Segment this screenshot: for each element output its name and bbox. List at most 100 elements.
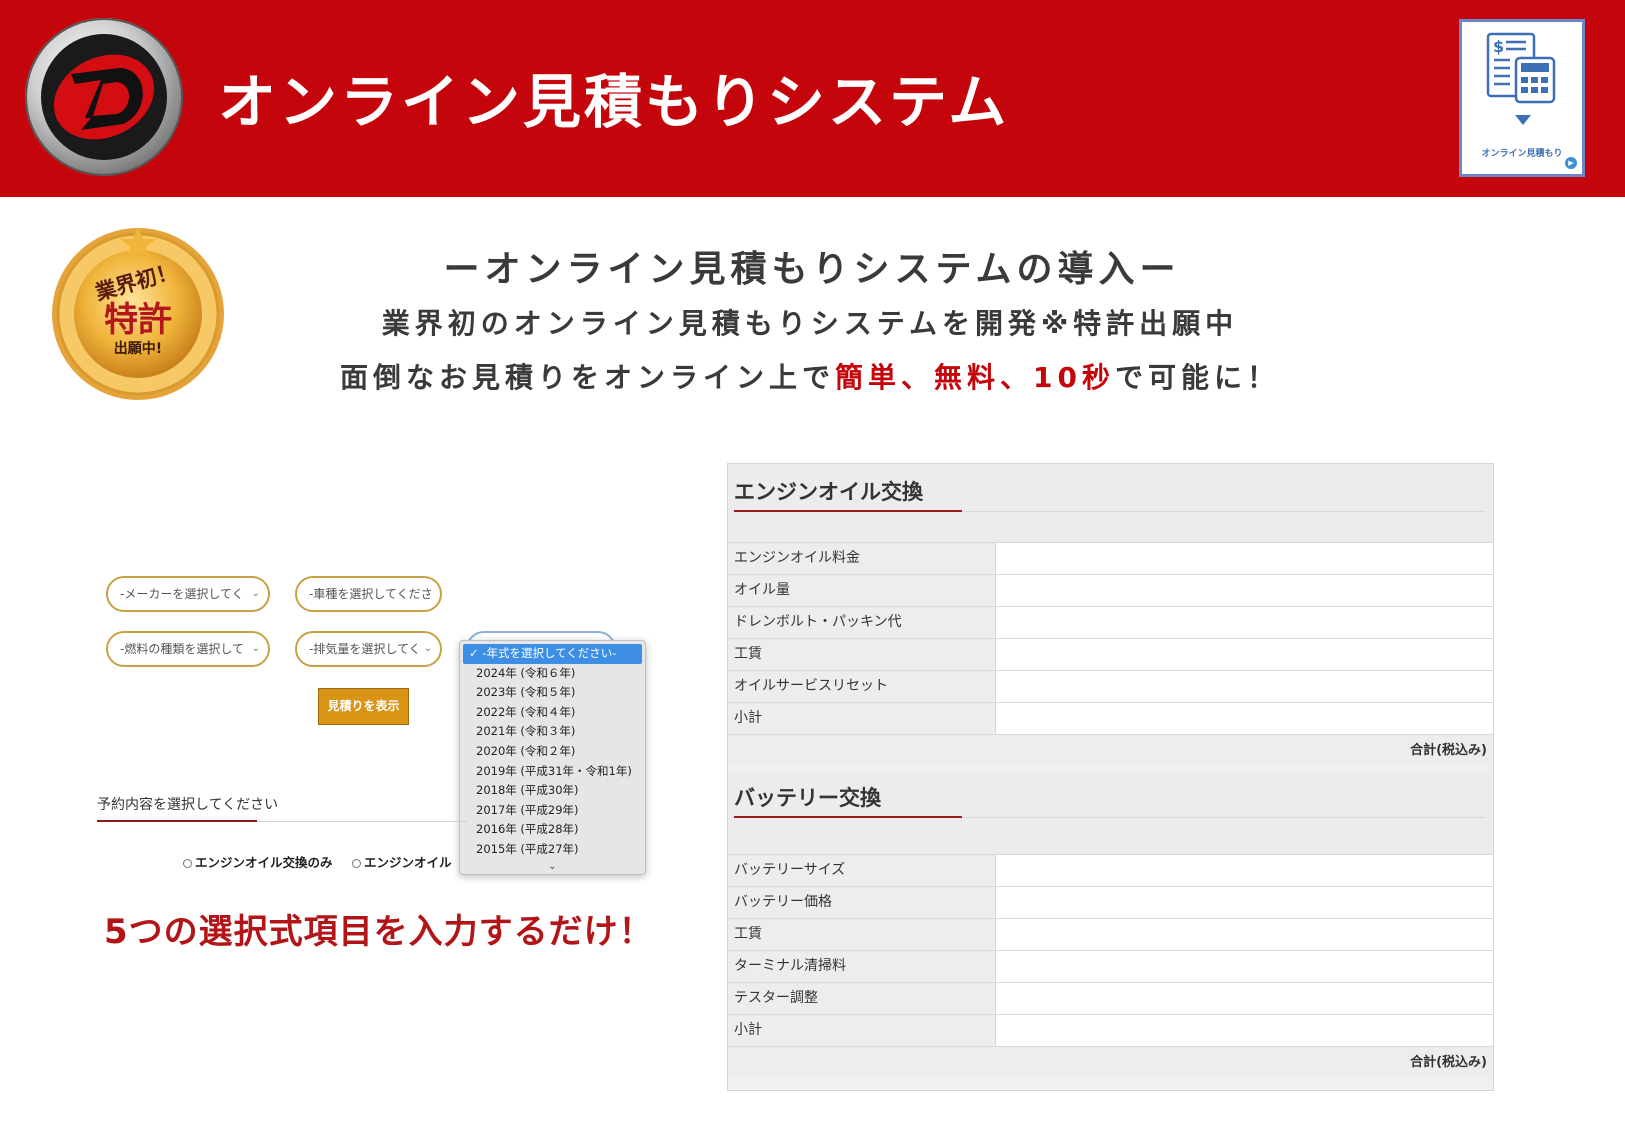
- table-row: 小計: [728, 1014, 1493, 1046]
- row-label: バッテリー価格: [728, 887, 995, 918]
- scroll-down-icon[interactable]: ⌄: [460, 860, 645, 874]
- row-label: 小計: [728, 1015, 995, 1046]
- oil-section-header: エンジンオイル交換: [728, 464, 1493, 521]
- five-items-note: 5つの選択式項目を入力するだけ！: [104, 912, 654, 952]
- online-estimate-widget[interactable]: $ オンライン見積もり ▶: [1459, 19, 1585, 177]
- table-row: 工賃: [728, 918, 1493, 950]
- row-value: [995, 703, 1493, 734]
- row-label: バッテリーサイズ: [728, 855, 995, 886]
- year-option[interactable]: 2017年 (平成29年): [460, 801, 645, 821]
- row-value: [995, 607, 1493, 638]
- row-label: 小計: [728, 703, 995, 734]
- fuel-select-value: -燃料の種類を選択して: [120, 642, 244, 656]
- row-label: ターミナル清掃料: [728, 951, 995, 982]
- oil-section-title: エンジンオイル交換: [734, 480, 923, 504]
- year-option[interactable]: 2020年 (令和２年): [460, 742, 645, 762]
- row-value: [995, 671, 1493, 702]
- model-select[interactable]: -車種を選択してくださ ⌄: [295, 576, 442, 612]
- radio-oil-only-label: エンジンオイル交換のみ: [195, 855, 333, 870]
- year-option[interactable]: ✓ -年式を選択してください-: [463, 644, 642, 664]
- table-row: オイル量: [728, 574, 1493, 606]
- row-value: [995, 1015, 1493, 1046]
- badge-text-patent: 特許: [104, 300, 172, 340]
- year-option[interactable]: 2022年 (令和４年): [460, 703, 645, 723]
- row-label: 工賃: [728, 639, 995, 670]
- chevron-down-icon: ⌄: [423, 643, 432, 654]
- reservation-label: 予約内容を選択してください: [97, 797, 279, 813]
- maker-select[interactable]: -メーカーを選択してく ⌄: [106, 576, 270, 612]
- row-label: オイル量: [728, 575, 995, 606]
- oil-total-row: 合計(税込み): [728, 734, 1493, 766]
- row-value: [995, 543, 1493, 574]
- intro-subtitle: 業界初のオンライン見積もりシステムを開発※特許出願中: [381, 307, 1239, 340]
- row-label: オイルサービスリセット: [728, 671, 995, 702]
- intro-tagline: 面倒なお見積りをオンライン上で簡単、無料、10秒で可能に！: [300, 356, 1320, 396]
- radio-oil-plus-label: エンジンオイル: [364, 855, 452, 870]
- widget-label: オンライン見積もり: [1481, 149, 1563, 159]
- year-option[interactable]: 2016年 (平成28年): [460, 820, 645, 840]
- tagline-highlight: 簡単、無料、10秒: [835, 361, 1115, 394]
- table-row: バッテリー価格: [728, 886, 1493, 918]
- tagline-prefix: 面倒なお見積りをオンライン上で: [340, 361, 836, 394]
- divider-accent: [97, 820, 257, 822]
- chevron-down-icon: ⌄: [251, 588, 260, 599]
- logo-d-icon: [53, 54, 155, 140]
- year-dropdown-list[interactable]: ✓ -年式を選択してください- 2024年 (令和６年) 2023年 (令和５年…: [459, 640, 646, 875]
- total-label: 合計(税込み): [1410, 743, 1487, 758]
- logo-emblem: [41, 34, 167, 160]
- battery-section-title: バッテリー交換: [734, 786, 881, 810]
- radio-oil-only[interactable]: エンジンオイル交換のみ: [183, 852, 333, 871]
- brand-logo[interactable]: [25, 18, 183, 176]
- header-bar: オンライン見積もりシステム $ オンライン見積もり ▶: [0, 0, 1625, 197]
- displacement-select-value: -排気量を選択してく: [309, 642, 421, 656]
- row-label: エンジンオイル料金: [728, 543, 995, 574]
- fuel-select[interactable]: -燃料の種類を選択して ⌄: [106, 631, 270, 667]
- model-select-value: -車種を選択してくださ: [309, 587, 433, 601]
- row-label: ドレンボルト・パッキン代: [728, 607, 995, 638]
- play-icon[interactable]: ▶: [1565, 157, 1577, 169]
- tagline-suffix: で可能に！: [1114, 361, 1280, 394]
- row-value: [995, 887, 1493, 918]
- row-value: [995, 951, 1493, 982]
- year-option[interactable]: 2019年 (平成31年・令和1年): [460, 762, 645, 782]
- table-row: ドレンボルト・パッキン代: [728, 606, 1493, 638]
- chevron-down-icon: ⌄: [423, 588, 432, 599]
- row-value: [995, 639, 1493, 670]
- intro-title: ーオンライン見積もりシステムの導入ー: [443, 249, 1181, 290]
- spacer-row: [728, 827, 1493, 855]
- row-value: [995, 575, 1493, 606]
- table-row: 工賃: [728, 638, 1493, 670]
- arrow-down-icon: [1515, 115, 1531, 125]
- year-option[interactable]: 2021年 (令和３年): [460, 722, 645, 742]
- year-option[interactable]: 2023年 (令和５年): [460, 683, 645, 703]
- radio-button-icon[interactable]: [183, 859, 192, 868]
- table-row: 小計: [728, 702, 1493, 734]
- year-option[interactable]: 2015年 (平成27年): [460, 840, 645, 860]
- table-row: ターミナル清掃料: [728, 950, 1493, 982]
- divider-accent: [734, 510, 962, 512]
- svg-text:$: $: [1493, 37, 1504, 56]
- show-estimate-button[interactable]: 見積りを表示: [318, 688, 409, 725]
- chevron-down-icon: ⌄: [251, 643, 260, 654]
- table-row: バッテリーサイズ: [728, 854, 1493, 886]
- total-label: 合計(税込み): [1410, 1055, 1487, 1070]
- table-row: テスター調整: [728, 982, 1493, 1014]
- row-value: [995, 855, 1493, 886]
- maker-select-value: -メーカーを選択してく: [120, 587, 244, 601]
- patent-medal-badge: 業界初！ 特許 出願中!: [48, 222, 228, 402]
- row-label: 工賃: [728, 919, 995, 950]
- row-value: [995, 983, 1493, 1014]
- displacement-select[interactable]: -排気量を選択してく ⌄: [295, 631, 442, 667]
- row-label: テスター調整: [728, 983, 995, 1014]
- radio-oil-plus[interactable]: エンジンオイル: [352, 852, 452, 871]
- calculator-invoice-icon: $: [1486, 32, 1556, 104]
- battery-total-row: 合計(税込み): [728, 1046, 1493, 1078]
- year-option[interactable]: 2024年 (令和６年): [460, 664, 645, 684]
- radio-button-icon[interactable]: [352, 859, 361, 868]
- estimate-table: エンジンオイル交換 エンジンオイル料金 オイル量 ドレンボルト・パッキン代 工賃…: [727, 463, 1494, 1091]
- app-title: オンライン見積もりシステム: [218, 68, 1010, 136]
- table-row: エンジンオイル料金: [728, 542, 1493, 574]
- table-row: オイルサービスリセット: [728, 670, 1493, 702]
- battery-section-header: バッテリー交換: [728, 770, 1493, 827]
- year-option[interactable]: 2018年 (平成30年): [460, 781, 645, 801]
